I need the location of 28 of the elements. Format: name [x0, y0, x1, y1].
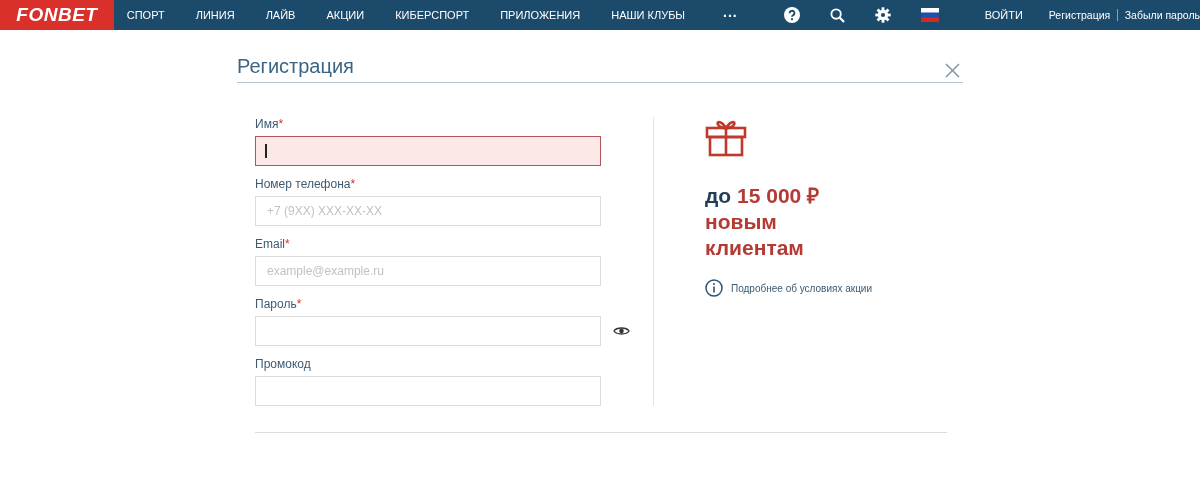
login-link[interactable]: ВОЙТИ: [984, 9, 1023, 21]
field-label: Email*: [255, 237, 291, 251]
nav-link[interactable]: НАШИ КЛУБЫ: [611, 9, 686, 21]
field-label: Промокод: [255, 357, 312, 371]
promo-details-link[interactable]: Подробнее об условиях акции: [731, 282, 873, 294]
nav-link[interactable]: КИБЕРСПОРТ: [395, 9, 470, 21]
input-field[interactable]: [255, 136, 601, 166]
help-icon[interactable]: [783, 7, 800, 23]
nav-link[interactable]: СПОРТ: [126, 9, 165, 21]
nav-link[interactable]: ЛИНИЯ: [195, 9, 235, 21]
logo[interactable]: FONBET: [16, 4, 98, 26]
close-icon[interactable]: [945, 63, 960, 78]
field-label: Пароль*: [255, 297, 303, 311]
search-icon[interactable]: [829, 7, 845, 23]
settings-icon[interactable]: [874, 7, 891, 23]
field-label: Номер телефона*: [255, 177, 357, 191]
info-icon[interactable]: [705, 279, 723, 297]
register-link[interactable]: Регистрация: [1048, 9, 1111, 21]
nav-link[interactable]: ЛАЙВ: [265, 9, 296, 21]
bonus-headline: до 15 000 ₽ новым клиентам: [705, 183, 821, 261]
nav-link[interactable]: ПРИЛОЖЕНИЯ: [500, 9, 581, 21]
dialog-title: Регистрация: [237, 55, 354, 78]
nav-link[interactable]: АКЦИИ: [326, 9, 365, 21]
field-label: Имя*: [255, 117, 285, 131]
flag-icon[interactable]: [920, 8, 939, 22]
more-link[interactable]: ...: [723, 4, 738, 20]
eye-icon[interactable]: [613, 326, 630, 336]
forgot-password-link[interactable]: Забыли пароль: [1124, 9, 1200, 21]
